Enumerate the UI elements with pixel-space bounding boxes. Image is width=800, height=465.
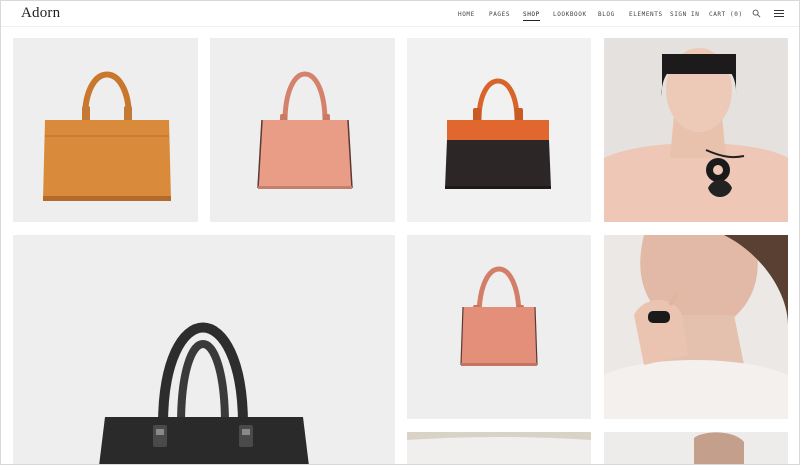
pink-tote-image [460, 266, 538, 366]
product-tile-orange-black-handbag[interactable] [407, 38, 591, 222]
nav-blog[interactable]: BLOG [598, 11, 615, 18]
product-tile-tan-handbag[interactable] [13, 38, 198, 222]
nav-sign-in[interactable]: SIGN IN [670, 11, 700, 18]
nav-shop[interactable]: SHOP [523, 11, 540, 21]
lookbook-tile-model-necklace[interactable] [604, 38, 788, 222]
model-ring-image [604, 235, 788, 419]
product-tile-bottom-1[interactable] [407, 432, 591, 464]
tan-handbag-image [43, 71, 171, 201]
orange-black-handbag-image [445, 78, 551, 189]
bottom-tile-2-image [604, 432, 788, 464]
search-icon[interactable] [752, 9, 761, 18]
black-handbag-image [99, 322, 309, 464]
nav-home[interactable]: HOME [458, 11, 475, 18]
lookbook-tile-bottom-2[interactable] [604, 432, 788, 464]
nav-pages[interactable]: PAGES [489, 11, 510, 18]
nav-cart[interactable]: CART (0) [709, 11, 743, 18]
lookbook-tile-model-ring[interactable] [604, 235, 788, 419]
nav-elements[interactable]: ELEMENTS [629, 11, 663, 18]
product-tile-pink-tote[interactable] [407, 235, 591, 419]
bottom-tile-1-image [407, 432, 591, 464]
model-necklace-image [604, 38, 788, 222]
product-tile-pink-handbag[interactable] [210, 38, 395, 222]
page-frame: Adorn HOME PAGES SHOP LOOKBOOK BLOG ELEM… [0, 0, 800, 465]
product-tile-black-handbag-large[interactable] [13, 235, 395, 464]
nav-lookbook[interactable]: LOOKBOOK [553, 11, 587, 18]
site-logo[interactable]: Adorn [21, 5, 60, 22]
site-header: Adorn HOME PAGES SHOP LOOKBOOK BLOG ELEM… [1, 1, 799, 27]
pink-handbag-image [257, 71, 353, 189]
hamburger-menu-icon[interactable] [774, 9, 784, 18]
